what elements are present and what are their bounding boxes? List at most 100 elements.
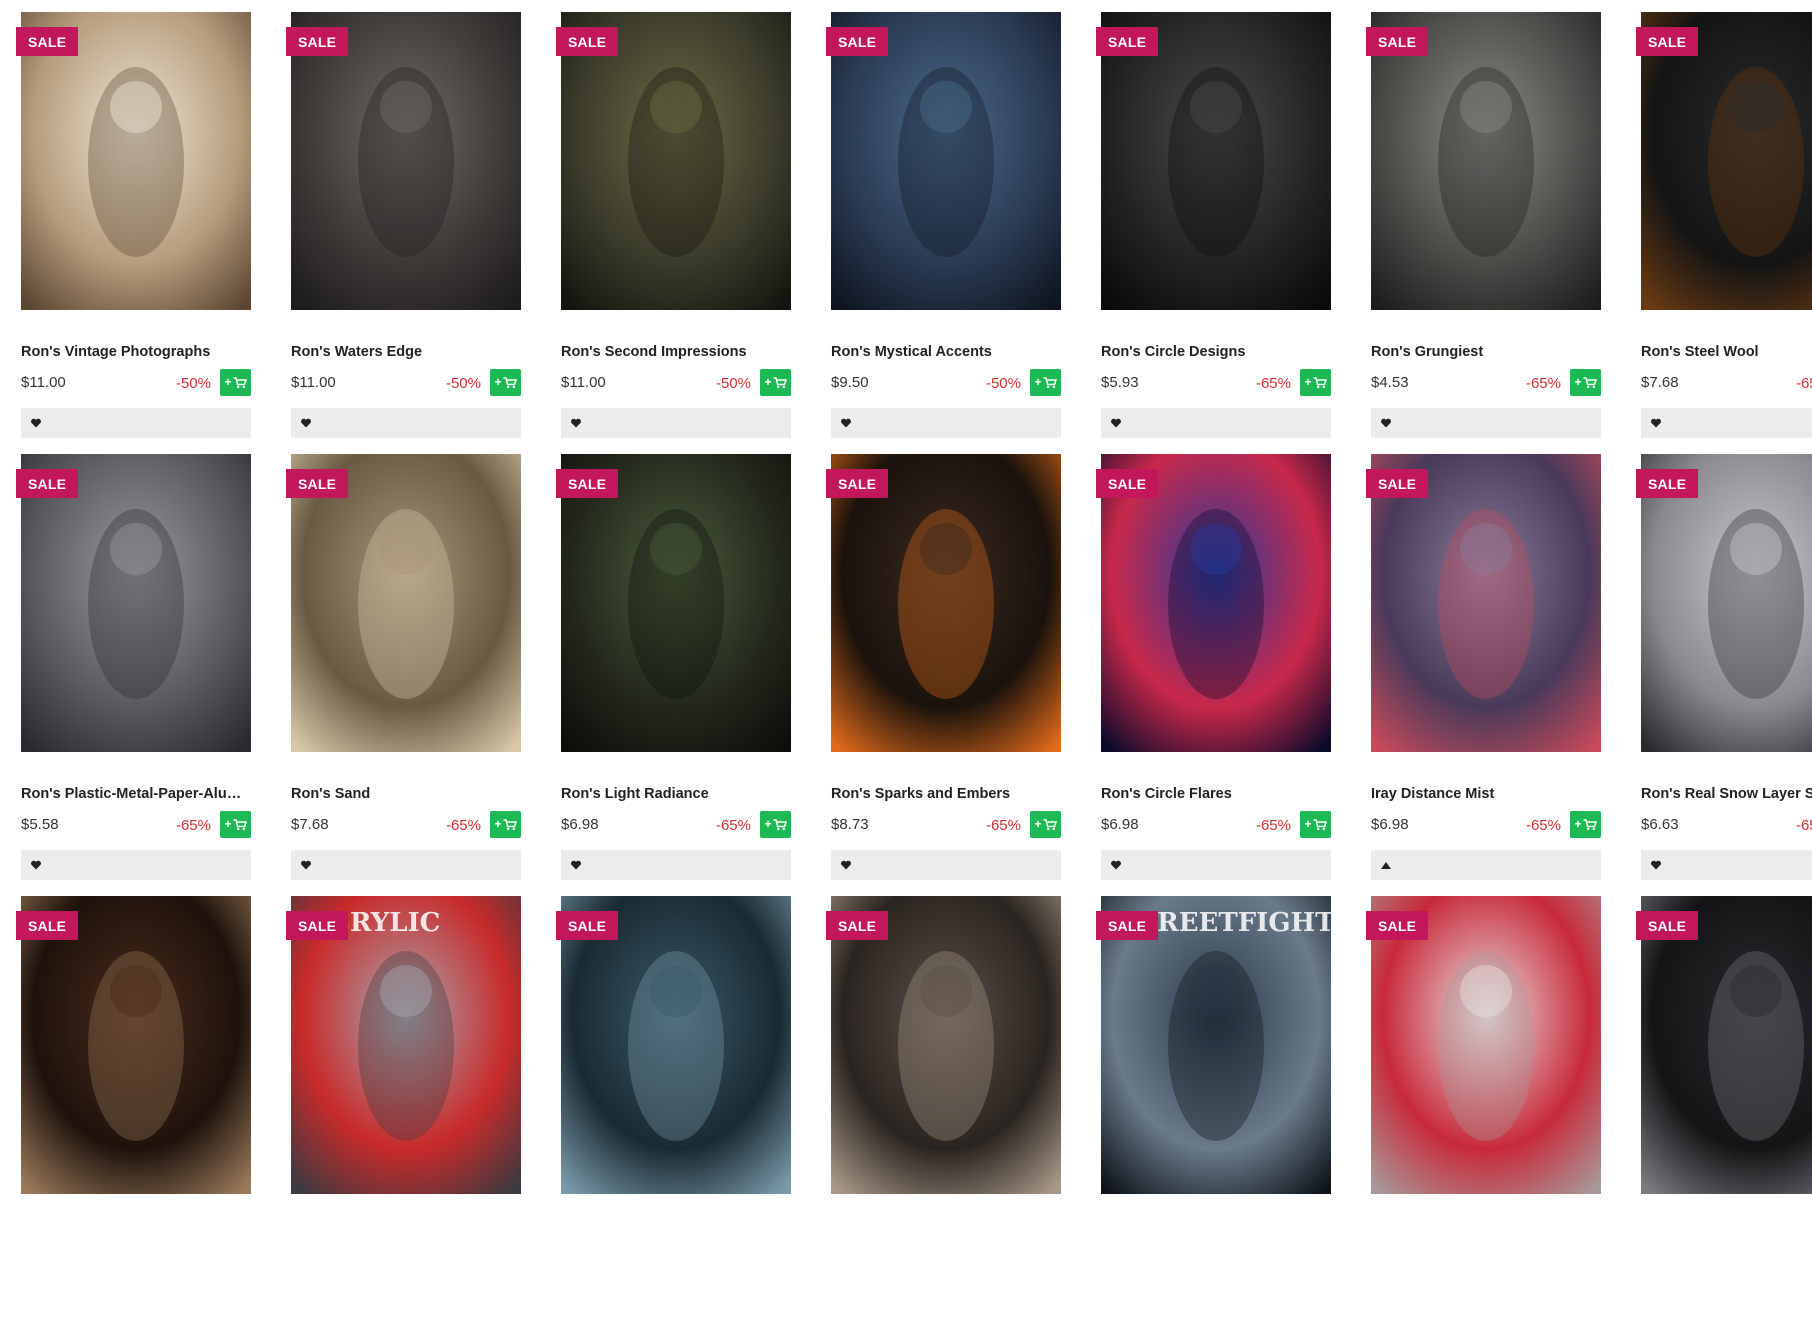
product-image <box>831 454 1061 752</box>
add-to-cart-button[interactable]: + <box>1030 369 1061 396</box>
product-card[interactable]: SALE <box>556 896 791 1326</box>
product-title[interactable]: Ron's Mystical Accents <box>831 344 1061 360</box>
product-thumbnail[interactable] <box>831 454 1061 752</box>
product-thumbnail[interactable] <box>1371 12 1601 310</box>
product-title[interactable]: Ron's Steel Wool <box>1641 344 1812 360</box>
product-card[interactable]: SALE Ron's Steel Wool $7.68 -65% + <box>1636 12 1812 442</box>
product-thumbnail[interactable] <box>21 896 251 1194</box>
wishlist-bar[interactable] <box>21 408 251 438</box>
sale-badge: SALE <box>286 27 349 56</box>
wishlist-bar[interactable] <box>1641 408 1812 438</box>
product-title[interactable]: Ron's Sand <box>291 786 521 802</box>
wishlist-bar[interactable] <box>1641 850 1812 880</box>
cart-icon <box>503 376 517 388</box>
product-title[interactable]: Ron's Circle Designs <box>1101 344 1331 360</box>
add-to-cart-button[interactable]: + <box>760 369 791 396</box>
product-title[interactable]: Ron's Sparks and Embers <box>831 786 1061 802</box>
product-card[interactable]: SALE Iray Distance Mist $6.98 -65% + <box>1366 454 1601 884</box>
product-card[interactable]: SALE Ron's Sand $7.68 -65% + <box>286 454 521 884</box>
product-thumbnail[interactable] <box>21 12 251 310</box>
add-to-cart-button[interactable]: + <box>1300 369 1331 396</box>
wishlist-bar[interactable] <box>21 850 251 880</box>
product-card[interactable]: SALE <box>1366 896 1601 1326</box>
product-thumbnail[interactable] <box>561 12 791 310</box>
sale-badge: SALE <box>1366 469 1429 498</box>
sale-badge: SALE <box>1636 911 1699 940</box>
product-thumbnail[interactable] <box>1641 12 1812 310</box>
product-price: $5.93 <box>1101 374 1139 391</box>
add-to-cart-button[interactable]: + <box>1570 811 1601 838</box>
product-title[interactable]: Ron's Vintage Photographs <box>21 344 251 360</box>
product-card[interactable]: ACRYLIC SALE <box>286 896 521 1326</box>
discount-label: -50% <box>715 375 751 392</box>
product-price: $6.98 <box>1371 816 1409 833</box>
product-thumbnail[interactable] <box>1641 896 1812 1194</box>
discount-label: -65% <box>175 817 211 834</box>
product-image <box>561 454 791 752</box>
product-thumbnail[interactable] <box>831 896 1061 1194</box>
discount-label: -65% <box>985 817 1021 834</box>
product-thumbnail[interactable] <box>1641 454 1812 752</box>
product-card[interactable]: SALE Ron's Vintage Photographs $11.00 -5… <box>16 12 251 442</box>
product-thumbnail[interactable] <box>21 454 251 752</box>
wishlist-bar[interactable] <box>291 408 521 438</box>
product-title[interactable]: Ron's Circle Flares <box>1101 786 1331 802</box>
add-to-cart-button[interactable]: + <box>1300 811 1331 838</box>
add-to-cart-button[interactable]: + <box>220 369 251 396</box>
product-card[interactable]: STREETFIGHT SALE <box>1096 896 1331 1326</box>
product-thumbnail[interactable] <box>291 12 521 310</box>
product-card[interactable]: SALE Ron's Light Radiance $6.98 -65% + <box>556 454 791 884</box>
product-thumbnail[interactable] <box>1101 454 1331 752</box>
wishlist-bar[interactable] <box>831 850 1061 880</box>
add-to-cart-button[interactable]: + <box>490 811 521 838</box>
product-card[interactable]: SALE <box>1636 896 1812 1326</box>
sale-badge: SALE <box>556 469 619 498</box>
product-thumbnail[interactable] <box>1101 12 1331 310</box>
product-card[interactable]: SALE Ron's Sparks and Embers $8.73 -65% … <box>826 454 1061 884</box>
wishlist-bar[interactable] <box>1371 408 1601 438</box>
add-to-cart-button[interactable]: + <box>220 811 251 838</box>
product-title[interactable]: Ron's Light Radiance <box>561 786 791 802</box>
product-card[interactable]: SALE Ron's Circle Designs $5.93 -65% + <box>1096 12 1331 442</box>
add-to-cart-button[interactable]: + <box>1570 369 1601 396</box>
cart-icon <box>1583 818 1597 830</box>
product-card[interactable]: SALE Ron's Grungiest $4.53 -65% + <box>1366 12 1601 442</box>
wishlist-bar[interactable] <box>831 408 1061 438</box>
product-title[interactable]: Ron's Plastic-Metal-Paper-Aluminum <box>21 786 251 802</box>
product-title[interactable]: Ron's Waters Edge <box>291 344 521 360</box>
product-title[interactable]: Iray Distance Mist <box>1371 786 1601 802</box>
wishlist-bar[interactable] <box>1371 850 1601 880</box>
product-card[interactable]: SALE <box>826 896 1061 1326</box>
product-title[interactable]: Ron's Real Snow Layer Styles <box>1641 786 1812 802</box>
product-card[interactable]: SALE Ron's Waters Edge $11.00 -50% + <box>286 12 521 442</box>
product-thumbnail[interactable] <box>561 896 791 1194</box>
wishlist-bar[interactable] <box>561 850 791 880</box>
product-thumbnail[interactable]: STREETFIGHT <box>1101 896 1331 1194</box>
product-card[interactable]: SALE <box>16 896 251 1326</box>
product-card[interactable]: SALE Ron's Real Snow Layer Styles $6.63 … <box>1636 454 1812 884</box>
wishlist-bar[interactable] <box>1101 408 1331 438</box>
wishlist-bar[interactable] <box>561 408 791 438</box>
cart-icon <box>773 818 787 830</box>
product-thumbnail[interactable] <box>1371 896 1601 1194</box>
wishlist-bar[interactable] <box>291 850 521 880</box>
product-thumbnail[interactable] <box>291 454 521 752</box>
product-title[interactable]: Ron's Second Impressions <box>561 344 791 360</box>
add-to-cart-button[interactable]: + <box>490 369 521 396</box>
product-card[interactable]: SALE Ron's Plastic-Metal-Paper-Aluminum … <box>16 454 251 884</box>
product-card[interactable]: SALE Ron's Second Impressions $11.00 -50… <box>556 12 791 442</box>
product-thumbnail[interactable]: ACRYLIC <box>291 896 521 1194</box>
sale-badge: SALE <box>286 469 349 498</box>
product-thumbnail[interactable] <box>831 12 1061 310</box>
product-price: $7.68 <box>1641 374 1679 391</box>
product-card[interactable]: SALE Ron's Circle Flares $6.98 -65% + <box>1096 454 1331 884</box>
product-thumbnail[interactable] <box>561 454 791 752</box>
product-card[interactable]: SALE Ron's Mystical Accents $9.50 -50% + <box>826 12 1061 442</box>
product-title[interactable]: Ron's Grungiest <box>1371 344 1601 360</box>
product-image <box>291 896 521 1194</box>
wishlist-bar[interactable] <box>1101 850 1331 880</box>
add-to-cart-button[interactable]: + <box>1030 811 1061 838</box>
discount-label: -50% <box>175 375 211 392</box>
product-thumbnail[interactable] <box>1371 454 1601 752</box>
add-to-cart-button[interactable]: + <box>760 811 791 838</box>
